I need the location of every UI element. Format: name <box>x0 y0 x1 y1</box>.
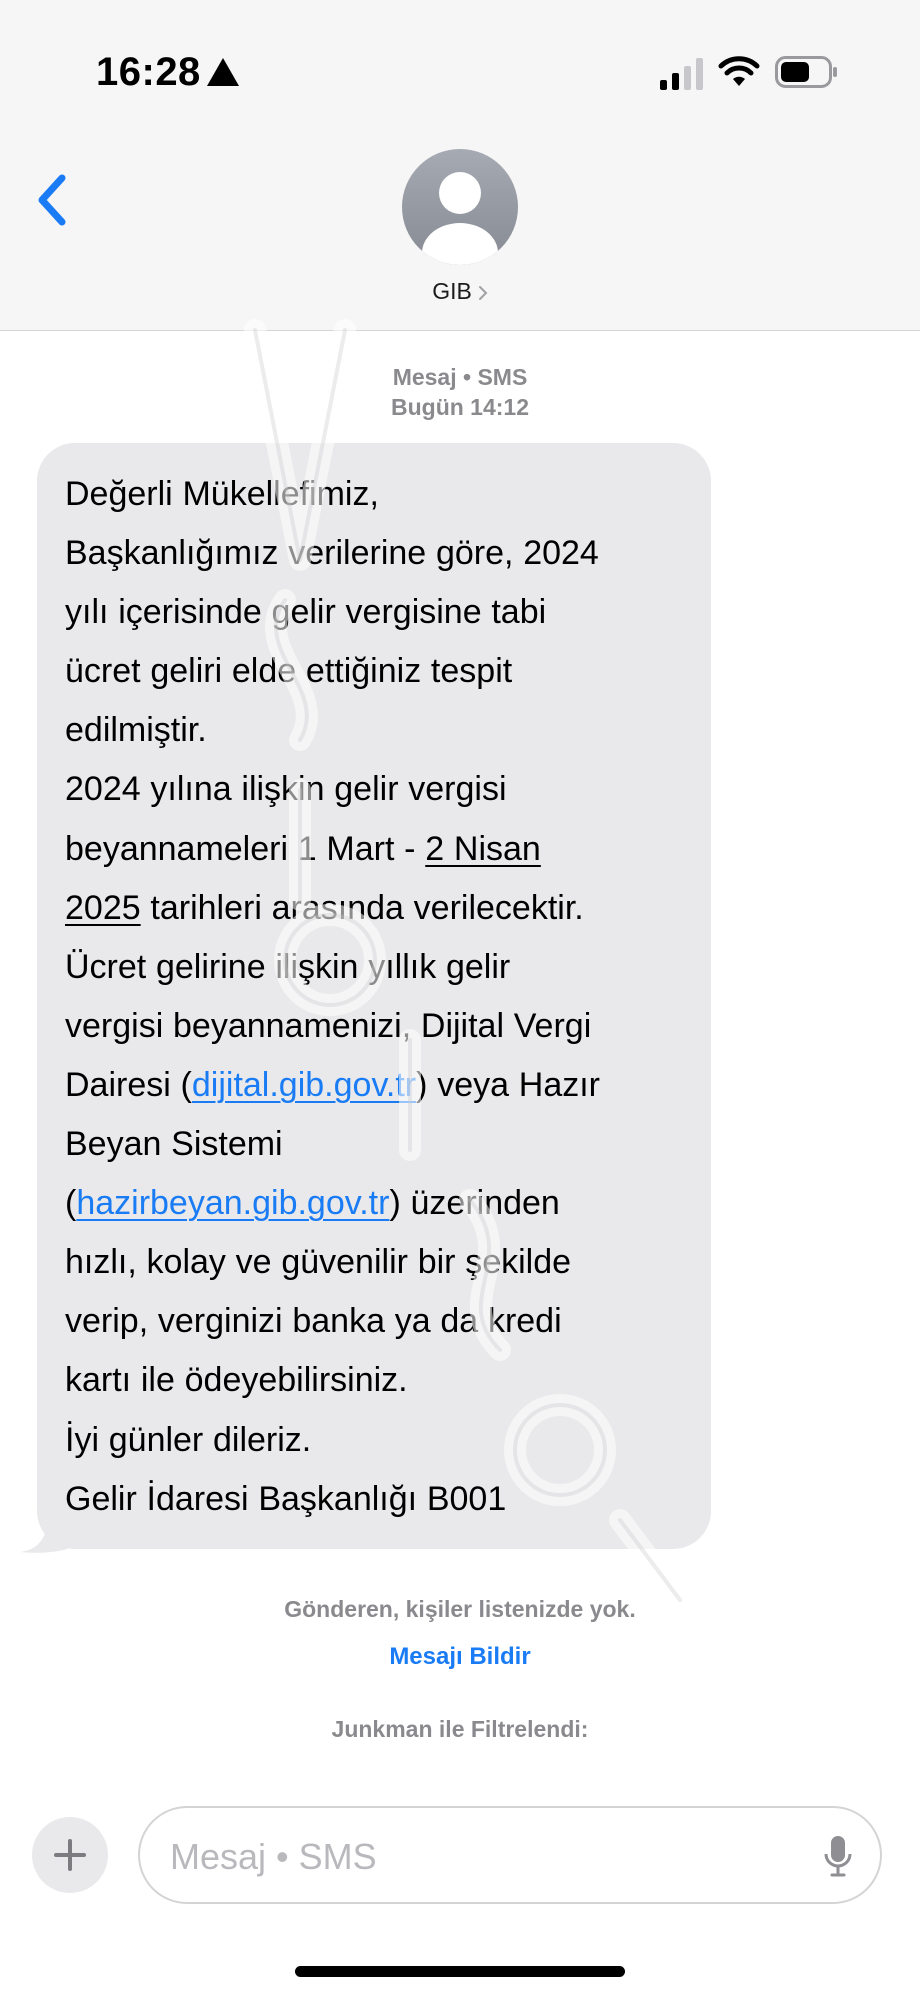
contact-avatar[interactable] <box>402 149 518 265</box>
battery-icon <box>775 56 837 88</box>
message-line: 2025 tarihleri arasında verilecektir. <box>65 879 691 938</box>
message-bubble[interactable]: Değerli Mükellefimiz, Başkanlığımız veri… <box>37 443 711 1549</box>
message-line: Beyan Sistemi <box>65 1125 283 1164</box>
message-text-segment: ) üzerinden <box>389 1184 560 1223</box>
message-line: kartı ile ödeyebilirsiniz. <box>65 1361 408 1400</box>
message-line: Gelir İdaresi Başkanlığı B001 <box>65 1479 507 1518</box>
message-line: Ücret gelirine ilişkin yıllık gelir <box>65 947 511 986</box>
date-link[interactable]: 2025 <box>65 889 141 927</box>
add-attachment-button[interactable] <box>32 1817 108 1893</box>
date-link[interactable]: 2 Nisan <box>425 830 541 868</box>
filter-note: Junkman ile Filtrelendi: <box>331 1716 589 1742</box>
message-input-placeholder: Mesaj • SMS <box>170 1836 377 1877</box>
message-line: hızlı, kolay ve güvenilir bir şekilde <box>65 1243 572 1282</box>
report-message-button[interactable]: Mesajı Bildir <box>0 1643 920 1671</box>
message-text-segment: tarihleri arasında verilecektir. <box>140 888 584 927</box>
message-text-segment: ) veya Hazır <box>416 1065 601 1104</box>
message-service-label: Mesaj • SMS <box>392 364 528 390</box>
message-text: Değerli Mükellefimiz, Başkanlığımız veri… <box>65 465 691 1529</box>
contact-name: GIB <box>432 278 472 304</box>
warning-triangle-icon <box>207 58 239 86</box>
message-text-segment: ( <box>65 1184 77 1223</box>
message-line: verip, verginizi banka ya da kredi <box>65 1302 562 1341</box>
plus-icon <box>54 1839 86 1871</box>
chevron-right-icon <box>478 285 488 300</box>
message-input[interactable]: Mesaj • SMS <box>138 1806 882 1904</box>
message-line: İyi günler dileriz. <box>65 1420 312 1459</box>
message-line: Değerli Mükellefimiz, <box>65 475 379 513</box>
message-line: ücret geliri elde ettiğiniz tespit <box>65 652 513 691</box>
message-line: (hazirbeyan.gib.gov.tr) üzerinden <box>65 1174 691 1233</box>
cellular-signal-icon <box>660 58 703 90</box>
unknown-sender-note: Gönderen, kişiler listenizde yok. <box>284 1596 636 1622</box>
message-line: 2024 yılına ilişkin gelir vergisi <box>65 770 507 809</box>
message-line: Dairesi (dijital.gib.gov.tr) veya Hazır <box>65 1056 691 1115</box>
microphone-icon[interactable] <box>824 1834 852 1878</box>
message-text-segment: beyannameleri 1 Mart - <box>65 829 426 868</box>
message-line: Başkanlığımız verilerine göre, 2024 <box>65 534 599 573</box>
person-icon <box>422 172 498 265</box>
message-meta: Mesaj • SMS Bugün 14:12 <box>0 362 920 422</box>
chevron-left-icon[interactable] <box>30 172 74 228</box>
home-indicator <box>295 1966 625 1977</box>
message-line: beyannameleri 1 Mart - 2 Nisan <box>65 820 691 879</box>
conversation-header: 16:28 GIB <box>0 0 920 331</box>
message-line: yılı içerisinde gelir vergisine tabi <box>65 593 547 632</box>
dijital-gib-link[interactable]: dijital.gib.gov.tr <box>192 1066 416 1104</box>
wifi-icon <box>718 56 760 86</box>
message-text-segment: Dairesi ( <box>65 1065 192 1104</box>
contact-name-button[interactable]: GIB <box>0 278 920 305</box>
hazirbeyan-link[interactable]: hazirbeyan.gib.gov.tr <box>76 1184 389 1222</box>
message-timestamp: Bugün 14:12 <box>390 394 530 420</box>
message-line: vergisi beyannamenizi, Dijital Vergi <box>65 1006 592 1045</box>
message-line: edilmiştir. <box>65 711 207 750</box>
status-time: 16:28 <box>96 50 201 94</box>
